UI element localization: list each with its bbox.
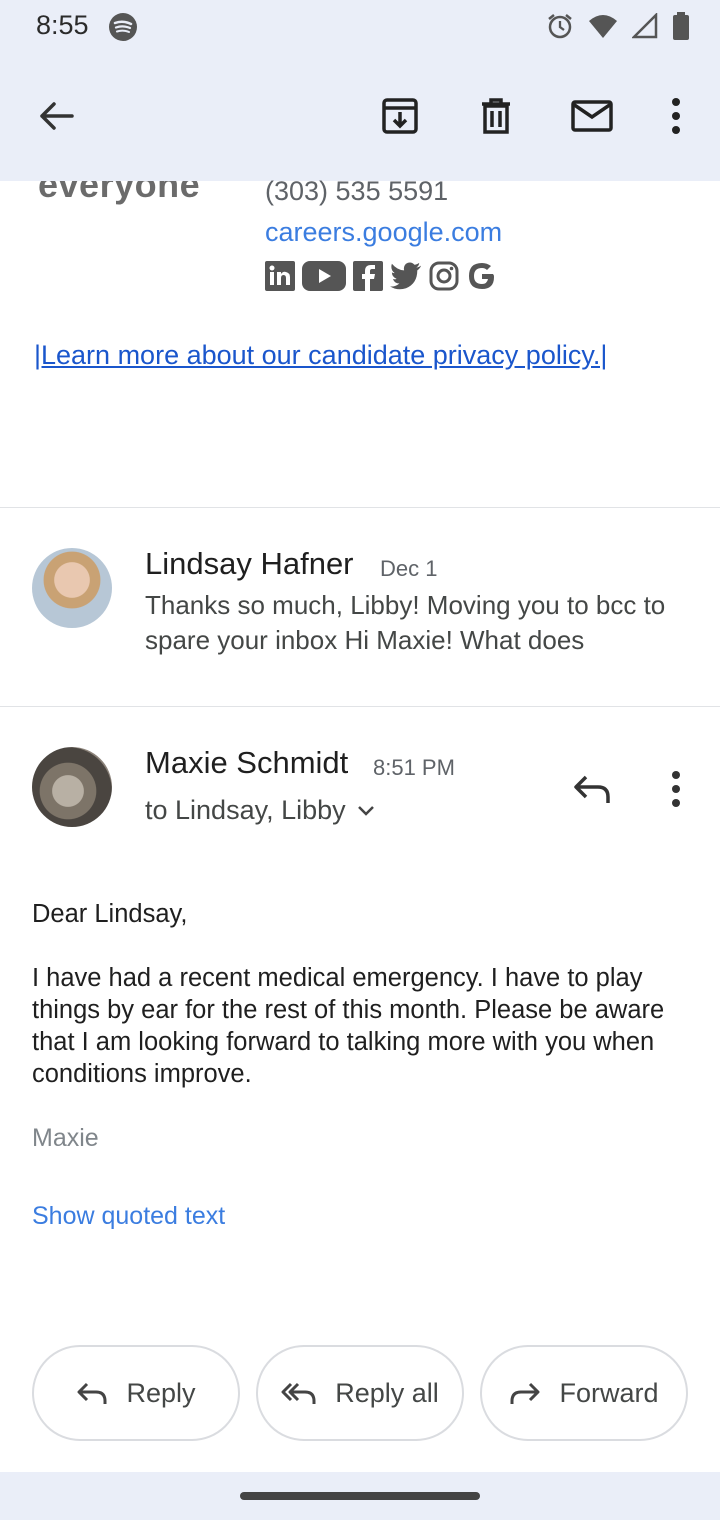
social-icons [264, 260, 498, 292]
back-button[interactable] [32, 92, 80, 140]
toolbar [0, 56, 720, 181]
youtube-icon[interactable] [302, 260, 346, 292]
message-signoff: Maxie [32, 1124, 99, 1152]
divider [0, 706, 720, 707]
reply-button[interactable]: Reply [32, 1345, 240, 1441]
status-icons [546, 12, 690, 40]
message-body: I have had a recent medical emergency. I… [32, 964, 665, 1088]
show-quoted-text-link[interactable]: Show quoted text [32, 1202, 225, 1231]
message-time: 8:51 PM [373, 755, 455, 780]
delete-icon [482, 98, 510, 134]
twitter-icon[interactable] [390, 260, 422, 292]
recipients-text: to Lindsay, Libby [145, 795, 346, 825]
avatar [32, 548, 112, 628]
message-greeting: Dear Lindsay, [32, 900, 188, 928]
status-time: 8:55 [36, 10, 89, 40]
message-more-button[interactable] [652, 765, 700, 813]
mark-unread-icon [571, 100, 613, 132]
more-options-button[interactable] [652, 92, 700, 140]
reply-all-button[interactable]: Reply all [256, 1345, 464, 1441]
privacy-policy-link[interactable]: |Learn more about our candidate privacy … [34, 340, 607, 371]
reply-label: Reply [126, 1377, 196, 1408]
forward-button[interactable]: Forward [480, 1345, 688, 1441]
instagram-icon[interactable] [428, 260, 460, 292]
linkedin-icon[interactable] [264, 260, 296, 292]
forward-label: Forward [559, 1377, 659, 1408]
divider [0, 507, 720, 508]
more-vert-icon [672, 98, 680, 134]
quick-reply-button[interactable] [568, 765, 616, 813]
message-snippet: Thanks so much, Libby! Moving you to bcc… [145, 590, 666, 655]
archive-button[interactable] [376, 92, 424, 140]
status-bar: 8:55 [0, 0, 720, 56]
alarm-icon [548, 14, 572, 39]
signal-icon [632, 13, 658, 39]
careers-link[interactable]: careers.google.com [265, 217, 502, 248]
wifi-icon [589, 15, 617, 38]
battery-icon [673, 12, 689, 40]
forward-icon [510, 1382, 540, 1404]
spotify-icon [109, 13, 137, 41]
archive-icon [382, 98, 418, 134]
chevron-down-icon [357, 805, 374, 816]
reply-all-icon [281, 1382, 316, 1404]
home-gesture-handle[interactable] [240, 1492, 480, 1500]
signature-phone: (303) 535 5591 [265, 176, 449, 206]
reply-icon [77, 1382, 107, 1404]
google-icon[interactable] [466, 260, 498, 292]
delete-button[interactable] [472, 92, 520, 140]
reply-icon [574, 775, 610, 803]
reply-all-label: Reply all [335, 1377, 439, 1408]
recipients-toggle[interactable]: to Lindsay, Libby [145, 795, 376, 826]
sender-name: Maxie Schmidt [145, 745, 349, 780]
avatar [32, 747, 112, 827]
facebook-icon[interactable] [352, 260, 384, 292]
mark-unread-button[interactable] [568, 92, 616, 140]
message-date: Dec 1 [380, 556, 438, 581]
sender-name: Lindsay Hafner [145, 546, 354, 581]
more-vert-icon [672, 771, 680, 807]
back-arrow-icon [40, 102, 74, 130]
